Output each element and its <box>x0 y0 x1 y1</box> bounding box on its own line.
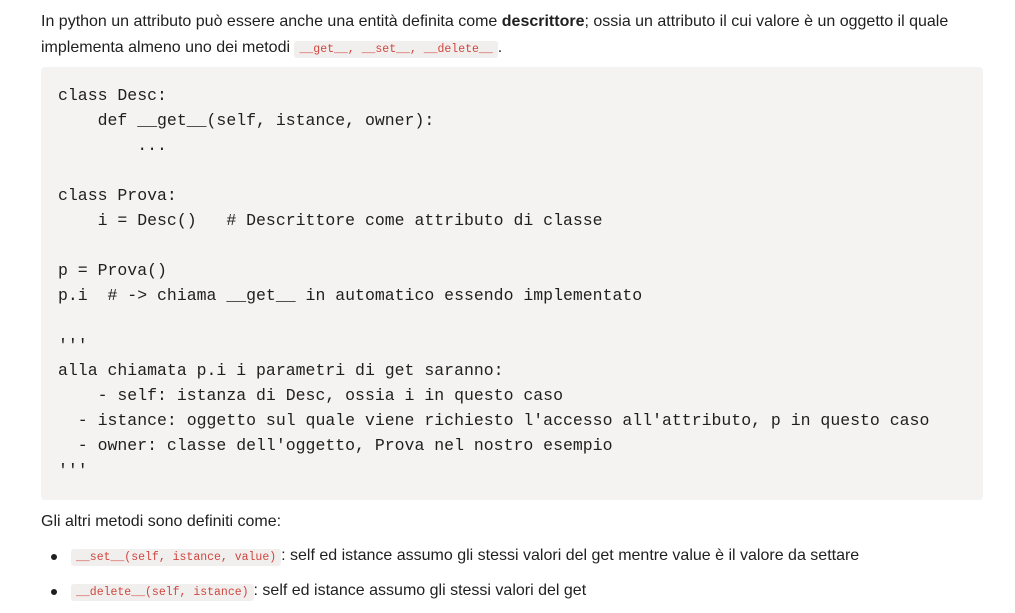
method-description: : self ed istance assumo gli stessi valo… <box>281 547 860 564</box>
intro-bold-term: descrittore <box>501 13 585 30</box>
intro-inline-code: __get__, __set__, __delete__ <box>294 41 498 58</box>
code-block: class Desc: def __get__(self, istance, o… <box>41 67 983 500</box>
list-item: __set__(self, istance, value): self ed i… <box>41 543 859 569</box>
method-signature: __set__(self, istance, value) <box>71 549 282 566</box>
bullet-dot-icon <box>51 589 57 595</box>
intro-text-before: In python un attributo può essere anche … <box>41 13 502 30</box>
methods-list: __set__(self, istance, value): self ed i… <box>41 543 859 613</box>
bullet-dot-icon <box>51 554 57 560</box>
method-signature: __delete__(self, istance) <box>71 584 254 601</box>
intro-end: . <box>497 39 503 56</box>
method-description: : self ed istance assumo gli stessi valo… <box>253 582 587 599</box>
code-block-content: class Desc: def __get__(self, istance, o… <box>58 86 930 480</box>
methods-intro: Gli altri metodi sono definiti come: <box>41 513 282 530</box>
list-item: __delete__(self, istance): self ed istan… <box>41 578 859 604</box>
intro-paragraph: In python un attributo può essere anche … <box>41 9 955 63</box>
